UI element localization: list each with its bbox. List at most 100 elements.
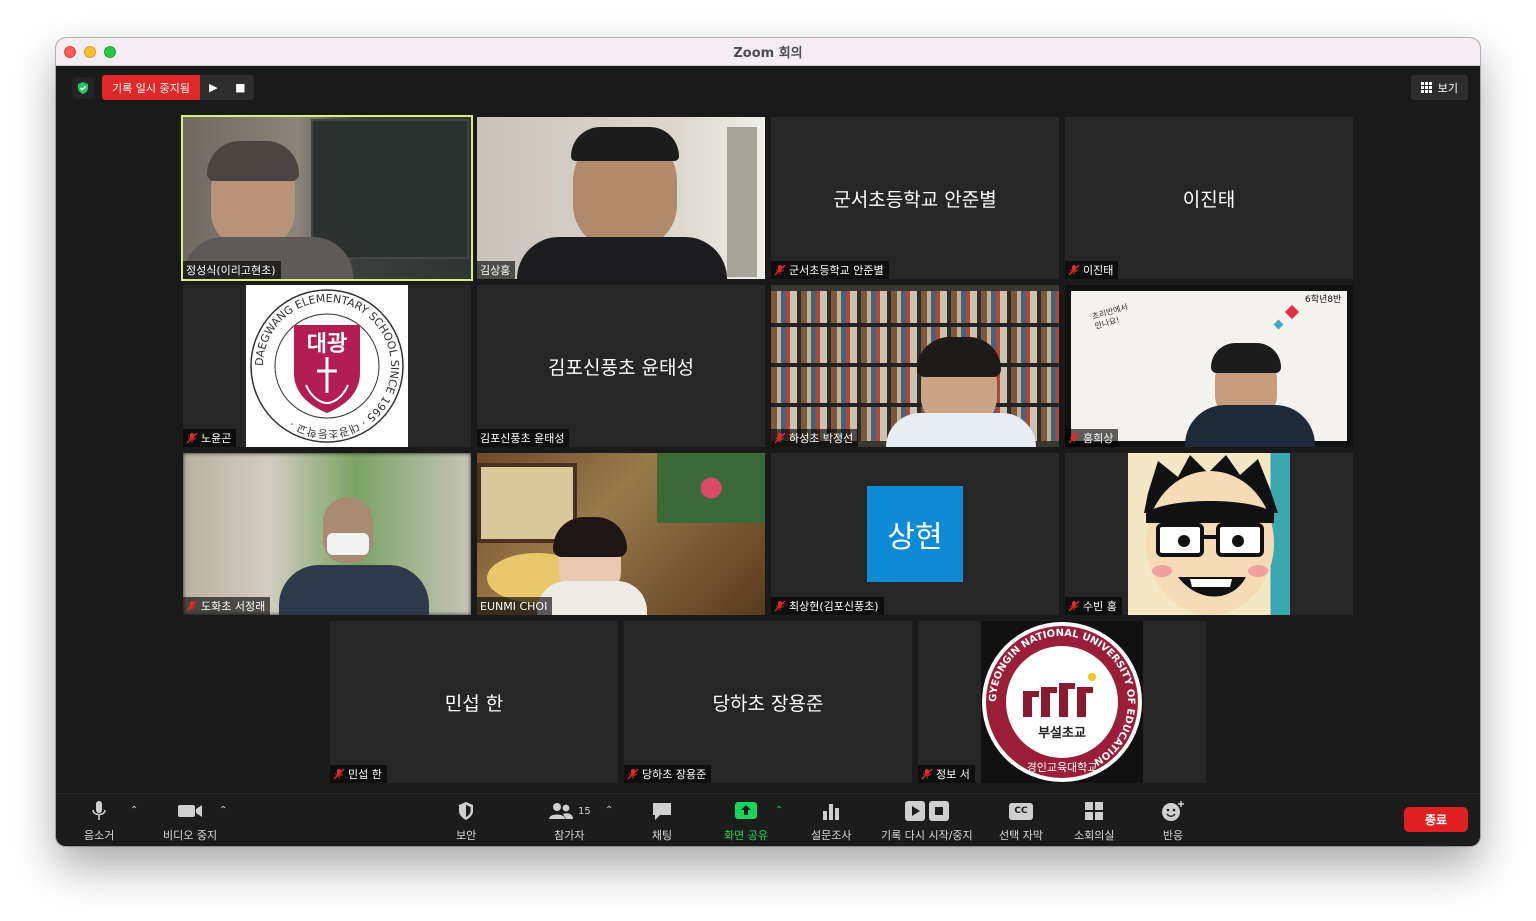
muted-mic-icon [627, 768, 639, 780]
video-tile-jeongbo[interactable]: GYEONGIN NATIONAL UNIVERSITY OF EDUCATIO… [918, 621, 1206, 783]
logo-center-text: 부설초교 [1038, 726, 1086, 741]
cartoon-face-image [1144, 455, 1278, 615]
video-tile-jeong[interactable]: 정성식(이리고현초) [181, 115, 473, 281]
window-title: Zoom 회의 [733, 46, 803, 61]
muted-mic-icon [1068, 600, 1080, 612]
video-tile-choi[interactable]: 상현 최상현(김포신풍초) [771, 453, 1059, 615]
breakout-rooms-button[interactable]: 소회의실 [1074, 800, 1114, 843]
share-options-caret[interactable]: ⌃ [775, 805, 783, 816]
muted-mic-icon [186, 600, 198, 612]
closed-captions-button[interactable]: CC 선택 자막 [999, 800, 1043, 843]
muted-mic-icon [1068, 264, 1080, 276]
person-hair [571, 127, 679, 161]
participant-name-tag: 당하초 장용준 [624, 765, 712, 783]
maximize-window-button[interactable] [104, 46, 116, 58]
logo-center-text: 대광 [307, 332, 347, 357]
participant-name: 홍희상 [1083, 432, 1114, 445]
meeting-toolbar: 음소거 ⌃ 비디오 중지 ⌃ 보안 15 참가자 ⌃ 채팅 화면 공유 ⌃ 설문… [56, 793, 1480, 846]
participant-name: 정성식(이리고현초) [186, 264, 276, 277]
video-tile-subin[interactable]: 수빈 홍 [1065, 453, 1353, 615]
participant-name-tag: 군서초등학교 안준별 [771, 261, 889, 279]
video-tile-minseop[interactable]: 민섭 한 민섭 한 [330, 621, 618, 783]
video-tile-jang[interactable]: 당하초 장용준 당하초 장용준 [624, 621, 912, 783]
muted-mic-icon [774, 432, 786, 444]
stop-recording-button[interactable]: ■ [226, 75, 254, 100]
close-window-button[interactable] [64, 46, 76, 58]
encryption-shield-icon[interactable] [72, 77, 94, 99]
microphone-icon [92, 801, 106, 820]
closed-captions-label: 선택 자막 [999, 829, 1043, 842]
blackboard [311, 119, 469, 259]
participant-name-tag: 정성식(이리고현초) [183, 261, 281, 279]
video-tile-park[interactable]: 하성초 박정선 [771, 285, 1059, 447]
mute-label: 음소거 [84, 829, 115, 842]
minimize-window-button[interactable] [84, 46, 96, 58]
play-icon: ▶ [209, 81, 218, 94]
video-tile-hong[interactable]: 6학년8반 초리반에서 만나요! 홍희상 [1065, 285, 1353, 447]
participant-name: 김포신풍초 윤태성 [480, 432, 565, 445]
participant-count: 15 [578, 805, 591, 817]
share-screen-button[interactable]: 화면 공유 [724, 800, 768, 843]
resume-recording-button[interactable]: ▶ [199, 75, 227, 100]
participant-name-tag: 정보 서 [918, 765, 975, 783]
participant-name: 수빈 홍 [1083, 600, 1117, 613]
video-tile-noh[interactable]: 대광 DAEGWANG ELEMENTARY SCHOOL SINCE 1965… [183, 285, 471, 447]
university-logo-image: GYEONGIN NATIONAL UNIVERSITY OF EDUCATIO… [981, 621, 1143, 783]
flowers [657, 453, 765, 523]
stop-icon: ■ [235, 81, 246, 94]
muted-mic-icon [774, 600, 786, 612]
end-meeting-button[interactable]: 종료 [1404, 807, 1468, 832]
shelf-line [771, 363, 1059, 367]
stop-video-button[interactable]: 비디오 중지 [163, 800, 217, 843]
person-hair [1211, 343, 1281, 373]
mute-button[interactable]: 음소거 [84, 800, 114, 843]
shelf-line [771, 403, 1059, 407]
bar-chart-icon [823, 804, 840, 820]
person-shoulders [886, 413, 1036, 447]
window-controls [64, 46, 116, 58]
participants-options-caret[interactable]: ⌃ [605, 805, 613, 816]
participant-name-tag: 김상홍 [477, 261, 516, 279]
participant-name: 이진태 [1083, 264, 1114, 277]
participant-name-tag: EUNMI CHOI [477, 597, 553, 615]
stop-icon [928, 801, 949, 821]
daegwang-school-logo: 대광 DAEGWANG ELEMENTARY SCHOOL SINCE 1965… [250, 289, 404, 443]
participant-display-name: 이진태 [1182, 188, 1236, 211]
audio-options-caret[interactable]: ⌃ [130, 805, 138, 816]
emoji-plus-icon [1162, 801, 1184, 821]
slide-class-label: 6학년8반 [1305, 295, 1342, 305]
video-tile-yoon[interactable]: 김포신풍초 윤태성 김포신풍초 윤태성 [477, 285, 765, 447]
video-options-caret[interactable]: ⌃ [219, 805, 227, 816]
logo-bottom-text: 경인교육대학교 [1027, 761, 1098, 774]
participants-button[interactable]: 15 참가자 [548, 800, 591, 843]
shelf-line [771, 323, 1059, 327]
video-tile-eunmi[interactable]: EUNMI CHOI [477, 453, 765, 615]
participants-label: 참가자 [554, 829, 585, 842]
participant-name: 민섭 한 [348, 768, 382, 781]
muted-mic-icon [333, 768, 345, 780]
chat-button[interactable]: 채팅 [651, 800, 673, 843]
participant-display-name: 민섭 한 [444, 692, 504, 715]
muted-mic-icon [1068, 432, 1080, 444]
chat-bubble-icon [653, 803, 671, 820]
reactions-button[interactable]: 반응 [1161, 800, 1185, 843]
grid-view-icon [1420, 82, 1432, 93]
muted-mic-icon [774, 264, 786, 276]
participant-name: 하성초 박정선 [789, 432, 854, 445]
participant-name: 당하초 장용준 [642, 768, 707, 781]
polls-button[interactable]: 설문조사 [811, 800, 851, 843]
participant-name-tag: 이진태 [1065, 261, 1119, 279]
video-camera-icon [178, 805, 203, 817]
video-tile-seo[interactable]: 도화초 서정래 [183, 453, 471, 615]
security-button[interactable]: 보안 [456, 800, 476, 843]
share-screen-label: 화면 공유 [724, 829, 768, 842]
video-tile-lee[interactable]: 이진태 이진태 [1065, 117, 1353, 279]
participant-name-tag: 최상현(김포신풍초) [771, 597, 884, 615]
recording-controls: 기록 일시 중지됨 ▶ ■ [102, 75, 254, 100]
view-button[interactable]: 보기 [1410, 75, 1468, 100]
participant-name: 도화초 서정래 [201, 600, 266, 613]
video-tile-kim[interactable]: 김상홍 [477, 117, 765, 279]
video-tile-gunseo[interactable]: 군서초등학교 안준별 군서초등학교 안준별 [771, 117, 1059, 279]
view-button-label: 보기 [1437, 81, 1458, 95]
record-button[interactable]: 기록 다시 시작/중지 [881, 800, 973, 843]
